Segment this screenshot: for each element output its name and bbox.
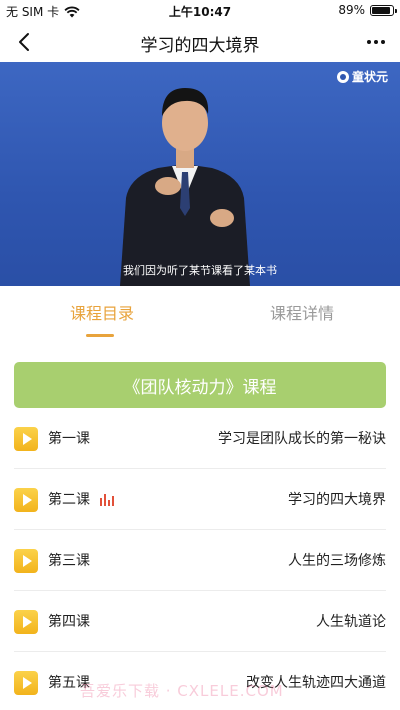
chevron-left-icon [19, 33, 29, 51]
battery-icon [370, 4, 397, 16]
status-right: 89% [338, 3, 397, 17]
course-title-banner[interactable]: 《团队核动力》课程 [14, 362, 386, 408]
battery-fill [372, 6, 390, 14]
video-subtitle: 我们因为听了某节课看了某本书 [123, 264, 277, 277]
lesson-number: 第二课 [48, 492, 90, 508]
play-icon [14, 610, 38, 634]
video-logo-text: 童状元 [351, 70, 388, 84]
battery-percent: 89% [338, 3, 365, 17]
lesson-title: 学习的四大境界 [288, 492, 386, 508]
lesson-title: 人生的三场修炼 [288, 553, 386, 569]
play-icon [14, 488, 38, 512]
logo-mark-icon [336, 70, 349, 83]
more-button[interactable] [362, 28, 390, 56]
play-icon [14, 549, 38, 573]
tab-bar: 课程目录 课程详情 [0, 286, 400, 344]
status-bar: 无 SIM 卡 上午10:47 89% [0, 0, 400, 22]
presenter-figure [120, 88, 250, 286]
back-button[interactable] [10, 28, 38, 56]
lesson-number: 第一课 [48, 431, 90, 447]
list-item-lesson-3[interactable]: 第三课 人生的三场修炼 [0, 530, 400, 591]
lesson-title: 学习是团队成长的第一秘诀 [218, 431, 386, 447]
play-icon [14, 427, 38, 451]
page-title: 学习的四大境界 [140, 36, 260, 56]
now-playing-bars-icon [100, 494, 116, 506]
list-item-lesson-2[interactable]: 第二课 学习的四大境界 [0, 469, 400, 530]
list-item-lesson-1[interactable]: 第一课 学习是团队成长的第一秘诀 [0, 408, 400, 469]
lesson-number: 第四课 [48, 614, 90, 630]
tab-detail[interactable]: 课程详情 [270, 300, 334, 324]
video-logo: 童状元 [336, 68, 388, 85]
video-player[interactable]: 童状元 我们因为听了某节课看了某本书 [0, 62, 400, 286]
more-dots-icon [367, 40, 385, 44]
watermark-text: 吾爱乐下载 · CXLELE.COM [80, 682, 284, 700]
lesson-title: 人生轨道论 [316, 614, 386, 630]
active-tab-indicator [86, 334, 114, 337]
nav-bar: 学习的四大境界 [0, 22, 400, 62]
lesson-number: 第三课 [48, 553, 90, 569]
list-item-lesson-4[interactable]: 第四课 人生轨道论 [0, 591, 400, 652]
play-icon [14, 671, 38, 695]
tab-catalog[interactable]: 课程目录 [70, 300, 134, 324]
